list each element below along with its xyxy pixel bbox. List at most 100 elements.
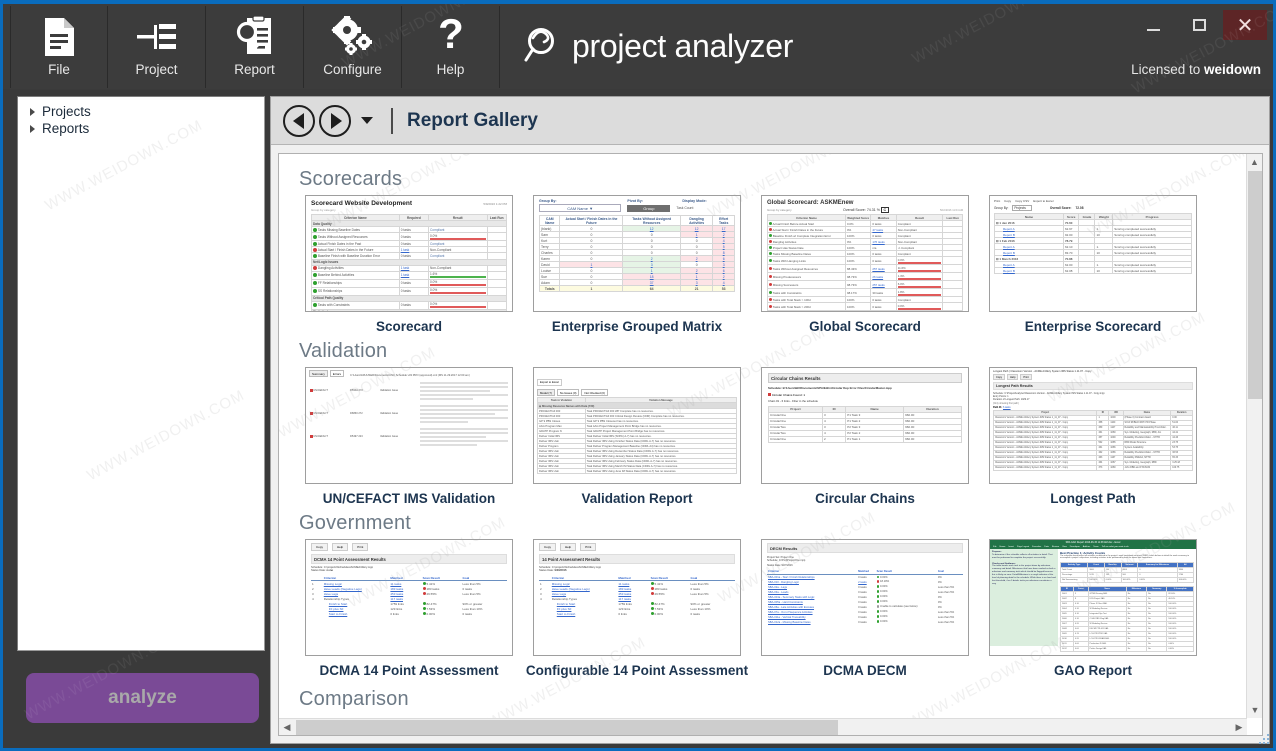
status-dot-green [313,227,317,232]
gallery-card-enterprise-scorecard[interactable]: Print Copy Copy CSV Export to Excel Grou… [979,195,1207,334]
minimize-button[interactable] [1131,10,1175,40]
status-dot-green [313,273,317,278]
path-link[interactable]: 6 tasks [1003,406,1011,409]
license-prefix: Licensed to [1131,62,1201,77]
sidebar-item-reports[interactable]: Reports [22,120,260,137]
gallery-card-dcma-14-point-assessment[interactable]: Copy Help Print DCMA 14 Point Assessment… [295,539,523,678]
tab-no-issues[interactable]: No Issues (0) [556,389,580,396]
table-row: Tasks with Constraints 98.17% 30 tasks 1.8% [767,288,963,297]
print-button[interactable]: Print [994,199,1000,203]
thumbnail-enterprise-grouped-matrix[interactable]: Group By: Pivot By: Display Mode: CAM Na… [533,195,741,312]
copy-button[interactable]: Copy [993,374,1006,380]
ribbon-tab-configure[interactable]: Configure [304,6,402,88]
gallery-card-global-scorecard[interactable]: Global Scorecard: ASKMEnew Group by cate… [751,195,979,334]
ribbon-tab-help[interactable]: ? Help [402,6,500,88]
copy-csv-button[interactable]: Copy CSV [1015,199,1029,203]
help-button[interactable]: Help [332,543,349,551]
copy-button[interactable]: Copy [1004,199,1011,203]
chevron-left-icon[interactable]: ◀ [279,722,295,733]
maximize-button[interactable] [1177,10,1221,40]
ribbon-bar: File Project Report Configure ? Help pro… [3,4,1273,97]
status-label: Status Date: [767,563,781,567]
group-row: Statistical [311,308,507,311]
sidebar-item-projects-label: Projects [42,104,91,119]
back-button[interactable] [283,104,315,137]
thumbnail-longest-path[interactable]: Longest Path | Classroom Version - ACME … [989,367,1197,484]
thumbnail-global-scorecard[interactable]: Global Scorecard: ASKMEnew Group by cate… [761,195,969,312]
group-by-select[interactable]: CAM Name ▼ [539,204,622,212]
ribbon-tab-file-label: File [48,62,70,77]
status-dot-red [769,298,772,302]
pivot-by-button[interactable]: Group [627,204,671,212]
status-dot-red [769,305,772,309]
print-button[interactable]: Print [580,543,597,551]
table-row: Classroom Version - ACME Artillery Syste… [992,465,1193,471]
copy-button[interactable]: Copy [311,543,329,551]
collapsed-triangle-icon[interactable] [30,124,35,133]
thumbnail-dcma-14-point-assessment[interactable]: Copy Help Print DCMA 14 Point Assessment… [305,539,513,656]
gallery-card-validation-report[interactable]: Export to Excel Model (7) No Issues (0) … [523,367,751,506]
file-path: C:\Users\bill\JUSER\Documents\UNC Schedu… [350,374,470,377]
thumbnail-uncefact-ims-validation[interactable]: Summary Errors C:\Users\bill\JUSER\Docum… [305,367,513,484]
horizontal-scrollbar-thumb[interactable] [296,720,839,735]
resize-grip[interactable] [1259,734,1271,746]
gallery-card-longest-path[interactable]: Longest Path | Classroom Version - ACME … [979,367,1207,506]
cell: 0 tasks [398,278,430,288]
gallery-card-label: Circular Chains [815,491,915,506]
gallery-card-enterprise-grouped-matrix[interactable]: Group By: Pivot By: Display Mode: CAM Na… [523,195,751,334]
gallery-card-circular-chains[interactable]: Circular Chains Results Schedule: B:\Use… [751,367,979,506]
section-title-comparison: Comparison [299,688,409,710]
chevron-up-icon[interactable]: ▲ [1247,154,1262,170]
project-tree[interactable]: Projects Reports WWW.WEIDOWN.COM WWW.WEI… [17,96,265,651]
sidebar-item-projects[interactable]: Projects [22,103,260,120]
analyze-button[interactable]: analyze [26,673,259,723]
totals-row: Totals 1 64 21 53 [538,285,735,292]
group-checkbox-label[interactable]: Group by category [767,208,792,212]
thumb-heading: 14 Point Assessment Results [539,554,735,564]
help-button[interactable]: Help [1007,374,1019,380]
copy-button[interactable]: Copy [539,543,557,551]
thumb-subnote: Group by category [311,208,336,212]
print-button[interactable]: Print [1020,374,1032,380]
thumbnail-dcma-decm[interactable]: DECM Results Project Set: Project One Sc… [761,539,969,656]
print-button[interactable]: Print [352,543,369,551]
path-label: Path #1: [993,405,1003,409]
thumbnail-scorecard[interactable]: Scorecard Website Development 5/9/2016 1… [305,195,513,312]
thumbnail-validation-report[interactable]: Export to Excel Model (7) No Issues (0) … [533,367,741,484]
chevron-right-icon[interactable]: ▶ [1231,722,1247,733]
window-titlebar: Longest Path | Classroom Version - ACME … [993,370,1092,373]
cell: 0 tasks [398,232,430,242]
cell: 0.0% [430,280,438,285]
chevron-down-icon[interactable]: ▼ [1247,702,1262,718]
collapsed-triangle-icon[interactable] [30,107,35,116]
thumbnail-configurable-14-point-assessment[interactable]: Copy Help Print 14 Point Assessment Resu… [533,539,741,656]
thumbnail-gao-report[interactable]: SBA GAO Report 2016-06-15 11:38 AM.xlsx … [989,539,1197,656]
gallery-card-configurable-14-point-assessment[interactable]: Copy Help Print 14 Point Assessment Resu… [523,539,751,678]
gallery-card-gao-report[interactable]: SBA GAO Report 2016-06-15 11:38 AM.xlsx … [979,539,1207,678]
close-button[interactable]: ✕ [1223,10,1267,40]
forward-button[interactable] [319,104,351,137]
tab-model[interactable]: Model (7) [537,389,555,396]
tab-summary[interactable]: Summary [309,370,328,377]
chevron-down-icon[interactable] [361,117,373,124]
gallery-card-dcma-decm[interactable]: DECM Results Project Set: Project One Sc… [751,539,979,678]
section-title-government: Government [299,512,412,534]
gallery-card-label: DCMA 14 Point Assessment [319,663,499,678]
gallery-vertical-scrollbar[interactable]: ▲ ▼ [1246,154,1262,718]
tab-errors[interactable]: Errors [329,370,345,377]
ribbon-tab-file[interactable]: File [10,6,108,88]
export-excel-button[interactable]: Export to Excel [537,378,562,386]
thumbnail-enterprise-scorecard[interactable]: Print Copy Copy CSV Export to Excel Grou… [989,195,1197,312]
gallery-card-scorecard[interactable]: Scorecard Website Development 5/9/2016 1… [295,195,523,334]
ribbon-tab-project[interactable]: Project [108,6,206,88]
gallery-card-uncefact-ims-validation[interactable]: Summary Errors C:\Users\bill\JUSER\Docum… [295,367,523,506]
tab-not-checked[interactable]: Not Checked (0) [581,389,608,396]
help-button[interactable]: Help [560,543,577,551]
ribbon-tab-report[interactable]: Report [206,6,304,88]
vertical-scrollbar-thumb[interactable] [1248,171,1262,399]
divider [391,107,393,134]
export-excel-button[interactable]: Export to Excel [1033,199,1053,203]
thumbnail-circular-chains[interactable]: Circular Chains Results Schedule: B:\Use… [761,367,969,484]
gallery-horizontal-scrollbar[interactable]: ◀ ▶ [279,718,1247,735]
group-by-select[interactable]: Projects [1012,205,1032,211]
